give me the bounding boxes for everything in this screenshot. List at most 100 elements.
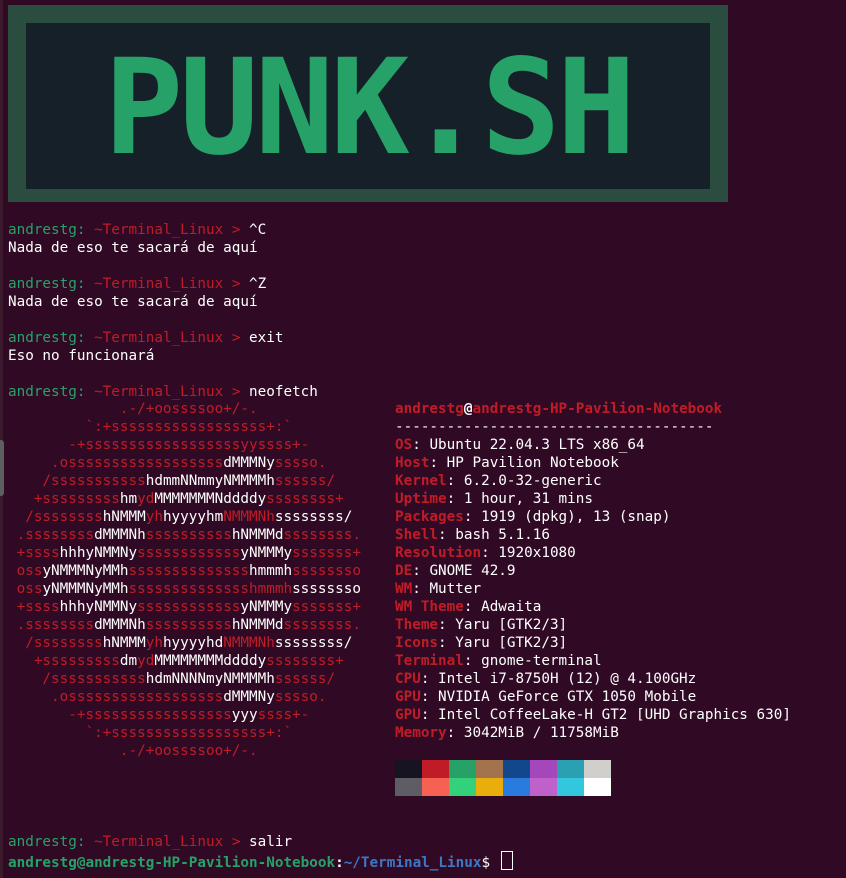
info-field: Resolution: 1920x1080	[395, 544, 791, 562]
info-value: gnome-terminal	[481, 653, 602, 669]
header-user: andrestg	[395, 401, 464, 417]
logo-segment: -+ssssssssssssssssssyyssss+-	[8, 437, 310, 453]
info-key: OS	[395, 437, 413, 453]
logo-segment: NMMMNh	[223, 509, 275, 525]
logo-segment: ssssssss.	[283, 617, 361, 633]
prompt-user: andrestg:	[8, 834, 86, 850]
prompt-command: salir	[249, 834, 293, 850]
logo-segment: dMMMNh	[94, 527, 146, 543]
logo-segment: .ssssssss	[8, 617, 95, 633]
logo-line: .ssssssssdMMMNhsssssssssshNMMMdssssssss.	[8, 526, 361, 544]
prompt-line: andrestg: ~Terminal_Linux > ^Z	[8, 275, 266, 293]
prompt-command: neofetch	[249, 384, 318, 400]
logo-segment: yyy	[231, 707, 258, 723]
info-value: Intel i7-8750H (12) @ 4.100GHz	[438, 671, 697, 687]
info-value: GNOME 42.9	[429, 563, 516, 579]
info-colon: :	[446, 491, 464, 507]
info-colon: :	[412, 563, 430, 579]
logo-segment: hdmNNNNmyNMMMMh	[145, 671, 275, 687]
logo-segment: .ossssssssssssssssss	[8, 689, 224, 705]
logo-line: .-/+oossssoo+/-.	[8, 400, 361, 418]
info-field: WM: Mutter	[395, 580, 791, 598]
color-swatch	[503, 760, 530, 778]
neofetch-header: andrestg@andrestg-HP-Pavilion-Notebook	[395, 400, 791, 418]
resize-handle[interactable]	[0, 440, 4, 496]
info-key: Shell	[395, 527, 439, 543]
color-swatch	[476, 760, 503, 778]
logo-segment: hdmmNNmmyNMMMMh	[145, 473, 275, 489]
command-output: Nada de eso te sacará de aquí	[8, 294, 258, 310]
logo-segment: ssssssss+	[266, 491, 344, 507]
neofetch-info: andrestg@andrestg-HP-Pavilion-Notebook -…	[395, 400, 791, 742]
logo-segment: ssssssssss	[145, 527, 232, 543]
info-value: 1920x1080	[498, 545, 576, 561]
logo-segment: sssso.	[274, 689, 327, 705]
color-swatch	[422, 760, 449, 778]
logo-segment: /sssssssssss	[8, 473, 146, 489]
bash-dollar: $	[481, 855, 491, 871]
info-key: Resolution	[395, 545, 482, 561]
command-output: Nada de eso te sacará de aquí	[8, 240, 258, 256]
color-swatch	[449, 778, 476, 796]
color-swatch	[476, 778, 503, 796]
color-swatch	[530, 760, 557, 778]
info-field: Icons: Yaru [GTK2/3]	[395, 634, 791, 652]
logo-segment: ssssss/	[274, 473, 336, 489]
prompt-line: andrestg: ~Terminal_Linux > exit	[8, 329, 283, 347]
logo-segment: -+sssssssssssssssss	[8, 707, 232, 723]
info-value: Mutter	[429, 581, 482, 597]
prompt-command: exit	[249, 330, 284, 346]
logo-segment: MMMMMMMMddddy	[154, 653, 267, 669]
logo-segment: ssssss/	[274, 671, 336, 687]
prompt-command: ^Z	[249, 276, 267, 292]
info-key: Uptime	[395, 491, 447, 507]
info-field: DE: GNOME 42.9	[395, 562, 791, 580]
info-field: Kernel: 6.2.0-32-generic	[395, 472, 791, 490]
prompt-arrow: >	[231, 384, 241, 400]
info-value: Intel CoffeeLake-H GT2 [UHD Graphics 630…	[438, 707, 791, 723]
logo-segment: .-/+oossssoo+/-.	[8, 743, 258, 759]
text-cursor[interactable]	[500, 851, 513, 870]
logo-segment: yNMMMNyMMh	[42, 563, 129, 579]
logo-line: +sssshhhyNMMNyssssssssssssyNMMMysssssss+	[8, 598, 361, 616]
logo-segment: sssssssssssssshmmmh	[128, 581, 293, 597]
info-field: Uptime: 1 hour, 31 mins	[395, 490, 791, 508]
info-colon: :	[438, 617, 456, 633]
logo-segment: dm	[119, 653, 138, 669]
color-swatch	[530, 778, 557, 796]
info-field: Terminal: gnome-terminal	[395, 652, 791, 670]
terminal-window[interactable]: PUNK.SH andrestg: ~Terminal_Linux > ^C N…	[0, 0, 846, 878]
info-key: Memory	[395, 725, 447, 741]
info-field: Packages: 1919 (dpkg), 13 (snap)	[395, 508, 791, 526]
logo-line: ossyNMMMNyMMhsssssssssssssshmmmhssssssso	[8, 562, 361, 580]
info-field: Host: HP Pavilion Notebook	[395, 454, 791, 472]
info-colon: :	[412, 581, 430, 597]
prompt-arrow: >	[231, 276, 241, 292]
logo-segment: ssssssssssss	[137, 599, 241, 615]
info-key: GPU	[395, 689, 421, 705]
logo-line: /ssssssssssshdmmNNmmyNMMMMhssssss/	[8, 472, 361, 490]
color-swatch	[422, 778, 449, 796]
banner-inner: PUNK.SH	[26, 23, 710, 189]
info-value: 6.2.0-32-generic	[463, 473, 602, 489]
prompt-path: ~Terminal_Linux	[94, 222, 224, 238]
logo-segment: dMMMNy	[223, 455, 275, 471]
logo-segment: /sssssssssss	[8, 671, 146, 687]
prompt-user: andrestg:	[8, 276, 86, 292]
logo-segment: dMMMNy	[223, 689, 275, 705]
logo-segment: ssssssso	[292, 563, 361, 579]
info-field: CPU: Intel i7-8750H (12) @ 4.100GHz	[395, 670, 791, 688]
prompt-path: ~Terminal_Linux	[94, 384, 224, 400]
logo-segment: dMMMNh	[94, 617, 146, 633]
info-colon: :	[420, 707, 439, 723]
prompt-arrow: >	[231, 330, 241, 346]
logo-segment: ssssssssssssss	[128, 563, 250, 579]
bash-prompt[interactable]: andrestg@andrestg-HP-Pavilion-Notebook:~…	[8, 851, 513, 871]
info-colon: :	[438, 635, 456, 651]
prompt-line: andrestg: ~Terminal_Linux > neofetch	[8, 383, 318, 401]
logo-segment: +sssssssss	[8, 491, 120, 507]
logo-line: `:+ssssssssssssssssss+:`	[8, 724, 361, 742]
info-key: WM Theme	[395, 599, 464, 615]
logo-line: +sssssssssdmydMMMMMMMMddddyssssssss+	[8, 652, 361, 670]
logo-segment: yd	[137, 491, 155, 507]
